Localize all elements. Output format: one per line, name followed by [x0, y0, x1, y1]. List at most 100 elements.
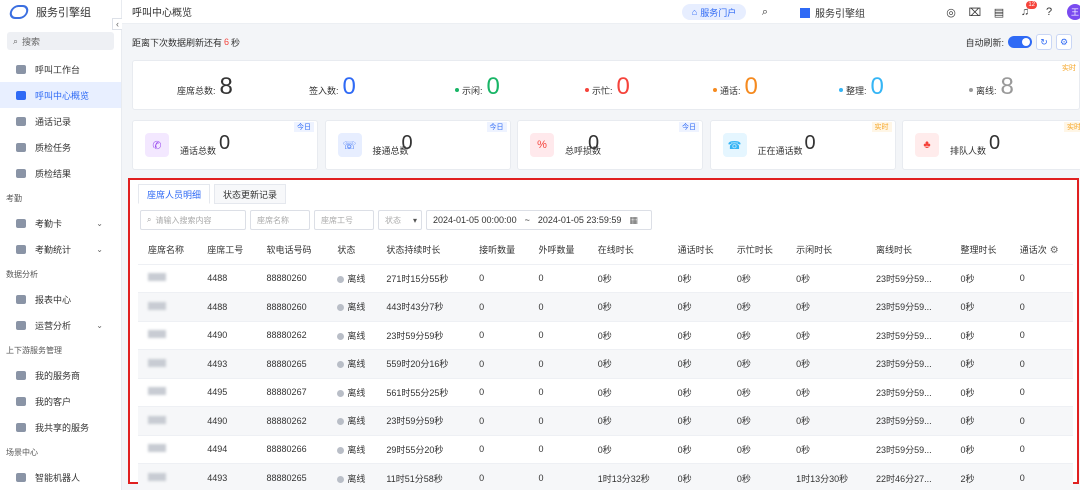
table-cell: 0秒 [587, 292, 668, 321]
column-settings-icon[interactable]: ⚙ [1050, 245, 1059, 256]
sidebar-item-customer[interactable]: 我的客户 [0, 388, 121, 414]
table-cell: 0秒 [587, 320, 668, 350]
table-cell: 0秒 [950, 349, 1010, 378]
auto-refresh-label: 自动刷新: [965, 37, 1004, 48]
analysis-icon [16, 320, 26, 330]
table-cell: 0 [528, 320, 588, 350]
table-cell: 561时55分25秒 [376, 377, 470, 407]
avatar[interactable]: 王 [1067, 4, 1080, 20]
table-cell: 离线 [327, 263, 377, 293]
nav-group-attendance: 考勤 [6, 193, 22, 203]
table-row[interactable]: 4493 88880265 离线 11时51分58秒 0 0 1时13分32秒 0秒 0秒 1时1… [138, 463, 1073, 490]
kpi-card: % 总呼损数 0 今日 [517, 120, 703, 170]
table-cell: 0 [469, 263, 529, 293]
sidebar-item-card[interactable]: 考勤卡 ⌄ [0, 210, 121, 236]
table-cell: 23时59分59... [866, 434, 951, 464]
sidebar-item-robot[interactable]: 智能机器人 [0, 464, 121, 490]
table-cell: 0秒 [667, 320, 727, 350]
table-cell: 0 [528, 377, 588, 407]
sidebar-item-monitor[interactable]: 呼叫中心概览 [0, 82, 121, 108]
column-header: 示忙时长 [727, 236, 786, 264]
table-cell: 离线 [327, 463, 377, 490]
search-input[interactable]: ⌕ 请输入搜索内容 [140, 210, 246, 230]
sidebar-item-shield[interactable]: 质检任务 [0, 134, 121, 160]
sidebar-item-bar-chart[interactable]: 报表中心 [0, 286, 121, 312]
org-switcher[interactable]: 服务引擎组 [800, 5, 865, 20]
idle-dot [455, 88, 459, 92]
table-row[interactable]: 4490 88880262 离线 23时59分59秒 0 0 0秒 0秒 0秒 0秒 23时59分5… [138, 406, 1073, 435]
table-cell: 88880267 [256, 377, 328, 407]
offline-status-dot [337, 475, 345, 483]
tab-status-log[interactable]: 状态更新记录 [214, 184, 287, 204]
agent-name-input[interactable]: 座席名称 [250, 210, 310, 230]
table-row[interactable]: 4488 88880260 离线 271时15分55秒 0 0 0秒 0秒 0秒 0秒 23时59分… [138, 263, 1073, 293]
collapse-sidebar-icon[interactable]: ‹ [112, 18, 122, 30]
target-icon[interactable]: ◎ [944, 5, 958, 19]
bell-icon[interactable]: ♫ 12 [1018, 1, 1037, 19]
status-label: 离线 [347, 302, 366, 313]
table-cell: 88880265 [256, 349, 328, 378]
status-select[interactable]: 状态 ▾ [378, 210, 422, 230]
auto-refresh-toggle[interactable] [1008, 36, 1032, 48]
tab-agent-detail[interactable]: 座席人员明细 [138, 184, 211, 204]
column-header: 离线时长 [866, 236, 950, 264]
table-row[interactable]: 4488 88880260 离线 443时43分7秒 0 0 0秒 0秒 0秒 0秒 23时59分5… [138, 292, 1073, 321]
stat-busy-value: 0 [616, 73, 630, 100]
sidebar-item-workbench[interactable]: 呼叫工作台 [0, 56, 121, 82]
stat-talk: 通话: 0 [713, 73, 758, 101]
table-row[interactable]: 4490 88880262 离线 23时59分59秒 0 0 0秒 0秒 0秒 0秒 23时59分5… [138, 320, 1073, 350]
table-cell: 23时59分59秒 [376, 406, 470, 435]
sidebar-item-phone-record[interactable]: 通话记录 [0, 108, 121, 134]
chevron-down-icon: ⌄ [96, 320, 103, 330]
table-cell: 23时59分59... [866, 263, 951, 293]
table-cell: 88880260 [256, 263, 328, 293]
table-cell: 22时46分27... [866, 463, 951, 490]
table-row[interactable]: 4494 88880266 离线 29时55分20秒 0 0 0秒 0秒 0秒 0秒 23时59分5… [138, 434, 1073, 464]
table-row[interactable]: 4495 88880267 离线 561时55分25秒 0 0 0秒 0秒 0秒 0秒 23时59分… [138, 377, 1073, 407]
sidebar-item-analysis[interactable]: 运营分析 ⌄ [0, 312, 121, 338]
table-cell: 4488 [197, 263, 257, 293]
kpi-period-tag: 今日 [486, 122, 507, 132]
kpi-label: 通话总数 [180, 146, 217, 156]
table-cell: 0秒 [950, 434, 1010, 464]
redacted-name [148, 387, 166, 396]
workbench-icon [16, 64, 26, 74]
sidebar-search[interactable]: ⌕ 搜索 [7, 32, 114, 50]
agent-id-input[interactable]: 座席工号 [314, 210, 374, 230]
search-icon[interactable]: ⌕ [758, 5, 772, 19]
table-cell: 23时59分59... [866, 377, 951, 407]
sidebar-item-provider[interactable]: 我的服务商 [0, 362, 121, 388]
table-cell: 0秒 [726, 292, 787, 321]
nav-group-scene: 场景中心 [6, 447, 38, 457]
help-icon[interactable]: ? [1042, 5, 1056, 19]
service-portal-button[interactable]: ⌂ 服务门户 [682, 4, 746, 20]
table-header-row: 座席名称 座席工号 软电话号码 状态 状态持续时长 接听数量 外呼数量 在线时长 通话时长 示忙时… [138, 236, 1073, 264]
column-header-label: 示忙时长 [736, 245, 773, 256]
table-cell: 0 [469, 463, 529, 490]
calendar-icon[interactable]: ▤ [992, 5, 1006, 19]
refresh-icon[interactable]: ↻ [1036, 34, 1052, 50]
table-cell: 2秒 [950, 463, 1010, 490]
stat-signed-label: 签入数: [309, 86, 339, 96]
column-header-label: 座席名称 [148, 245, 185, 256]
org-name: 服务引擎组 [815, 9, 865, 20]
table-cell: 0秒 [950, 320, 1010, 350]
cart-icon[interactable]: ⌧ [968, 5, 982, 19]
table-cell: 0秒 [587, 263, 668, 293]
table-cell: 0秒 [786, 349, 867, 378]
settings-icon[interactable]: ⚙ [1056, 34, 1072, 50]
shield-icon [16, 142, 26, 152]
brand[interactable]: 服务引擎组 [0, 0, 121, 24]
table-cell: 0秒 [726, 349, 787, 378]
date-range-picker[interactable]: 2024-01-05 00:00:00 ~ 2024-01-05 23:59:5… [426, 210, 652, 230]
top-bar: 呼叫中心概览 ⌂ 服务门户 ⌕ 服务引擎组 ◎ ⌧ ▤ ♫ 12 ? 王 [122, 0, 1080, 24]
agent-name-cell [138, 434, 198, 464]
stat-talk-label: 通话: [720, 86, 741, 96]
sidebar-item-share[interactable]: 我共享的服务 [0, 414, 121, 440]
table-row[interactable]: 4493 88880265 离线 559时20分16秒 0 0 0秒 0秒 0秒 0秒 23时59分… [138, 349, 1073, 378]
status-label: 离线 [347, 359, 366, 370]
table-cell: 0秒 [786, 377, 867, 407]
sidebar-item-document[interactable]: 质检结果 [0, 160, 121, 186]
caret-down-icon: ▾ [412, 215, 417, 225]
sidebar-item-stats[interactable]: 考勤统计 ⌄ [0, 236, 121, 262]
